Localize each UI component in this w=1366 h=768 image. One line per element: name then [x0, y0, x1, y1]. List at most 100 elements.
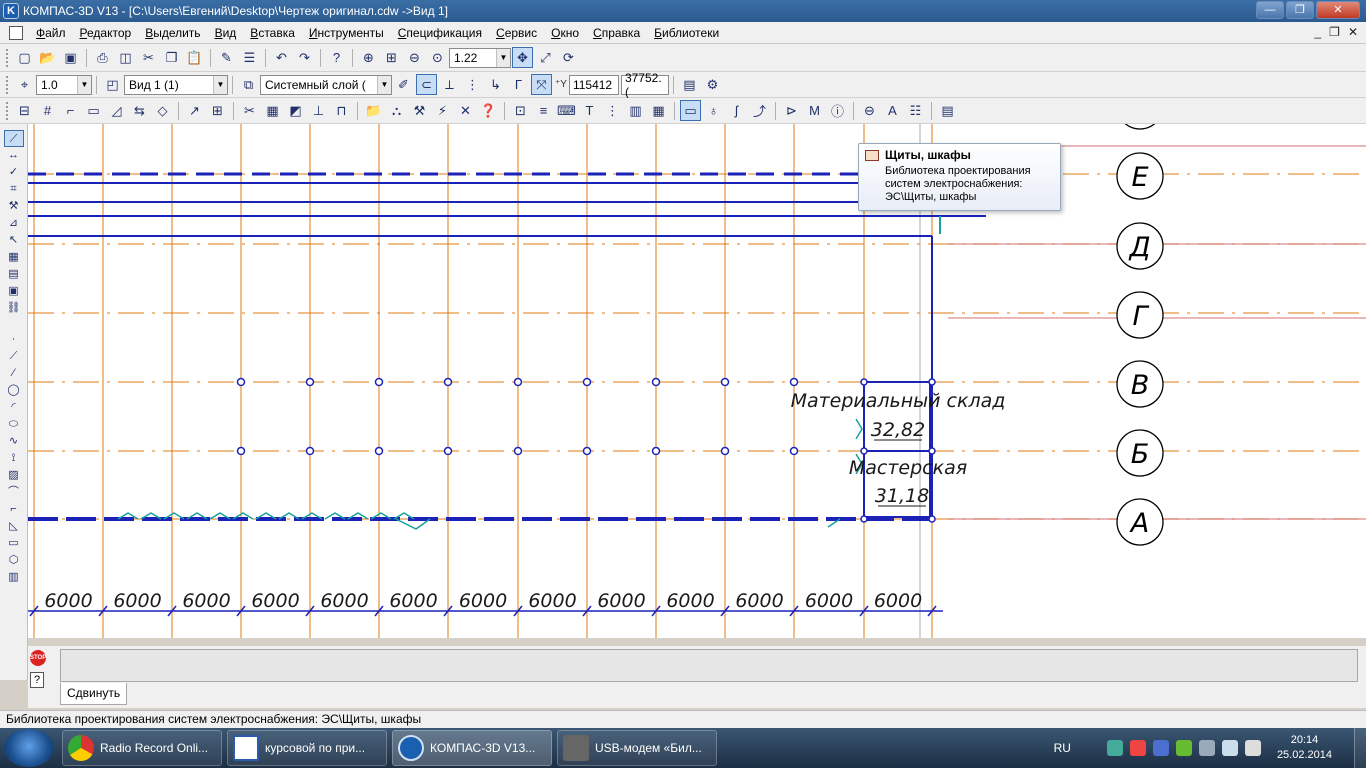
copy-icon[interactable]: ❐ — [161, 47, 182, 68]
chevron-down-icon[interactable]: ▼ — [496, 48, 510, 67]
kompas-app-icon[interactable]: K — [3, 3, 19, 19]
save-icon[interactable]: ▣ — [60, 47, 81, 68]
start-button[interactable] — [4, 729, 54, 767]
lamp2-icon[interactable]: ♁ — [703, 100, 724, 121]
ellipse-icon[interactable]: ⬭ — [4, 416, 24, 433]
fillet-icon[interactable]: ⌐ — [4, 501, 24, 518]
command-properties-area[interactable] — [60, 649, 1358, 682]
cut-icon[interactable]: ✂ — [138, 47, 159, 68]
mdi-restore-button[interactable]: ❐ — [1329, 25, 1340, 39]
line-style-icon[interactable]: ⊟ — [14, 100, 35, 121]
segment-icon[interactable]: ⁄ — [4, 365, 24, 382]
layer-icon[interactable]: ⧉ — [238, 74, 259, 95]
menu-libraries[interactable]: Библиотеки — [647, 26, 726, 40]
stack-icon[interactable]: ≡ — [533, 100, 554, 121]
zoom-scale-icon[interactable]: ⊙ — [427, 47, 448, 68]
page-icon[interactable]: ▤ — [937, 100, 958, 121]
menu-service[interactable]: Сервис — [489, 26, 544, 40]
meter-icon[interactable]: M — [804, 100, 825, 121]
column-icon[interactable]: ⇆ — [129, 100, 150, 121]
lib-pipes-icon[interactable]: ⚒ — [409, 100, 430, 121]
zoom-combo[interactable]: 1.22 ▼ — [449, 47, 511, 68]
menu-tools[interactable]: Инструменты — [302, 26, 391, 40]
measure-icon[interactable]: ⊿ — [4, 215, 24, 232]
fragment-icon[interactable]: ▣ — [4, 283, 24, 300]
task-word[interactable]: курсовой по при... — [227, 730, 387, 766]
dimensions-icon[interactable]: ↔ — [4, 147, 24, 164]
lamp-icon[interactable]: ⊥ — [308, 100, 329, 121]
insert-icon[interactable]: ⊡ — [510, 100, 531, 121]
lib-electric-icon[interactable]: ⚡ — [432, 100, 453, 121]
chevron-down-icon[interactable]: ▼ — [377, 75, 391, 94]
menu-editor[interactable]: Редактор — [73, 26, 139, 40]
rectangle-icon[interactable]: ▭ — [4, 535, 24, 552]
toolbar-grip[interactable] — [6, 101, 9, 120]
triangle-icon[interactable]: ⊖ — [859, 100, 880, 121]
brush-icon[interactable]: ✎ — [216, 47, 237, 68]
signal-icon[interactable] — [1221, 740, 1238, 756]
spreadsheet-icon[interactable]: ▦ — [262, 100, 283, 121]
language-indicator[interactable]: RU — [1054, 741, 1071, 755]
text-a-icon[interactable]: A — [882, 100, 903, 121]
show-desktop-button[interactable] — [1354, 728, 1366, 768]
redo-icon[interactable]: ↷ — [294, 47, 315, 68]
orthogonal-icon[interactable]: Γ — [508, 74, 529, 95]
usb-icon[interactable] — [1198, 740, 1215, 756]
keyboard-icon[interactable]: ⌨ — [556, 100, 577, 121]
circle-icon[interactable]: ◯ — [4, 382, 24, 399]
drawing-canvas[interactable]: Е Д Г В Б А Материальный склад 32,82 Мастерская 3… — [28, 124, 1366, 638]
menu-specification[interactable]: Спецификация — [391, 26, 489, 40]
table-icon[interactable]: ⊞ — [207, 100, 228, 121]
undo-icon[interactable]: ↶ — [271, 47, 292, 68]
polygon-icon[interactable]: ⬡ — [4, 552, 24, 569]
coord-x-field[interactable]: 115412 — [568, 74, 619, 95]
drawing-svg[interactable]: Е Д Г В Б А Материальный склад 32,82 Мастерская 3… — [28, 124, 1366, 638]
hatch-tool-icon[interactable]: ▨ — [4, 467, 24, 484]
point-icon[interactable]: · — [4, 331, 24, 348]
fill-icon[interactable]: ◩ — [285, 100, 306, 121]
chain-icon[interactable]: ⛓ — [4, 300, 24, 317]
ortho-icon[interactable]: ⟂ — [439, 74, 460, 95]
volume-icon[interactable] — [1244, 740, 1261, 756]
menu-view[interactable]: Вид — [208, 26, 244, 40]
task-kompas[interactable]: КОМПАС-3D V13... — [392, 730, 552, 766]
maximize-button[interactable]: ❐ — [1286, 1, 1314, 19]
vk-icon[interactable] — [1152, 740, 1169, 756]
clock[interactable]: 20:14 25.02.2014 — [1277, 733, 1332, 763]
aux-line-icon[interactable]: ⟋ — [4, 348, 24, 365]
document-icon[interactable] — [9, 25, 23, 40]
lib-tools-icon[interactable]: ✕ — [455, 100, 476, 121]
node-icon[interactable]: ◇ — [152, 100, 173, 121]
tns-icon[interactable]: T — [579, 100, 600, 121]
door-icon[interactable]: ◿ — [106, 100, 127, 121]
toolbar-grip[interactable] — [6, 48, 9, 67]
local-cs-icon[interactable]: ↳ — [485, 74, 506, 95]
snap-icon[interactable]: ⊂ — [416, 74, 437, 95]
properties-icon[interactable]: ☰ — [239, 47, 260, 68]
symbols-icon[interactable]: ✓ — [4, 164, 24, 181]
switch-icon[interactable]: ⤴ — [749, 100, 770, 121]
chevron-down-icon[interactable]: ▼ — [77, 75, 91, 94]
help-icon[interactable]: ? — [30, 672, 44, 688]
report-icon[interactable]: ▤ — [679, 74, 700, 95]
zoom-window-icon[interactable]: ⊞ — [381, 47, 402, 68]
menu-insert[interactable]: Вставка — [243, 26, 302, 40]
parametrize-icon[interactable]: ⚒ — [4, 198, 24, 215]
bezier-icon[interactable]: ⌒ — [4, 484, 24, 501]
step-combo[interactable]: 1.0 ▼ — [36, 74, 92, 95]
select-icon[interactable]: ↖ — [4, 232, 24, 249]
arc-icon[interactable]: ◜ — [4, 399, 24, 416]
settings-icon[interactable]: ⚙ — [702, 74, 723, 95]
window-icon[interactable]: ▭ — [83, 100, 104, 121]
menu-select[interactable]: Выделить — [138, 26, 207, 40]
grid-icon[interactable]: ⋮ — [462, 74, 483, 95]
coord-y-field[interactable]: 37752.( — [620, 71, 669, 99]
print-icon[interactable]: ⎙ — [92, 47, 113, 68]
zoom-out-icon[interactable]: ⊖ — [404, 47, 425, 68]
info-icon[interactable]: ⓘ — [827, 100, 848, 121]
chevron-down-icon[interactable]: ▼ — [213, 75, 227, 94]
cable-icon[interactable]: ⋮ — [602, 100, 623, 121]
preview-icon[interactable]: ◫ — [115, 47, 136, 68]
lib-manager-icon[interactable]: ⛬ — [386, 100, 407, 121]
menu-help[interactable]: Справка — [586, 26, 647, 40]
